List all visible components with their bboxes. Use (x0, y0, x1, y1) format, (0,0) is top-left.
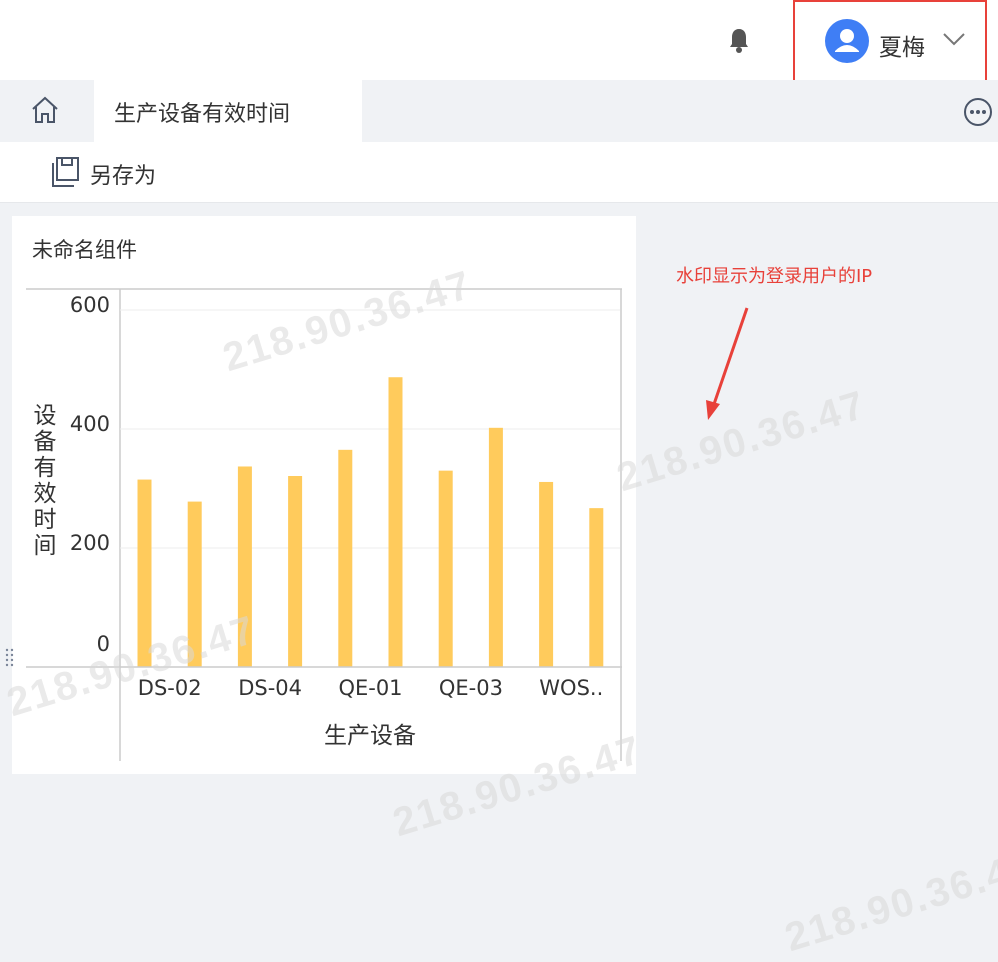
bar-qe-01[interactable] (388, 377, 403, 667)
y-axis-title-char: 有 (34, 455, 57, 481)
watermark: 218.90.36.47 (780, 842, 998, 961)
x-tick-labels: DS-02 DS-04 QE-01 QE-03 WOS.. (138, 676, 603, 700)
save-as-icon (52, 157, 79, 187)
tab-label: 生产设备有效时间 (114, 102, 291, 127)
tab-bar: 生产设备有效时间 (0, 80, 998, 142)
user-icon[interactable] (825, 19, 869, 63)
toolbar: 另存为 (0, 142, 998, 203)
y-tick-labels: 0 200 400 600 (70, 293, 110, 656)
bar-ds-01[interactable] (137, 479, 152, 667)
chevron-down-icon[interactable] (943, 32, 965, 46)
save-as-label: 另存为 (90, 164, 157, 189)
y-tick-label: 0 (97, 632, 110, 656)
home-icon[interactable] (30, 95, 60, 125)
y-tick-label: 600 (70, 293, 110, 317)
bar-qe-03[interactable] (488, 427, 503, 667)
user-name[interactable]: 夏梅 (879, 28, 925, 62)
y-axis-title-char: 效 (34, 481, 57, 507)
x-tick-label: QE-03 (439, 676, 503, 700)
x-tick-label: DS-04 (238, 676, 302, 700)
y-axis-title: 设备有效时间 (34, 403, 57, 559)
more-icon[interactable] (962, 96, 994, 128)
x-tick-label: WOS.. (539, 676, 603, 700)
y-axis-title-char: 间 (34, 533, 57, 559)
bar-wos-01[interactable] (539, 481, 554, 667)
y-axis-title-char: 设 (34, 403, 57, 429)
bar-ds-05[interactable] (338, 449, 353, 667)
bar-qe-02[interactable] (438, 470, 453, 667)
drag-handle-icon[interactable] (5, 647, 15, 671)
y-tick-label: 200 (70, 531, 110, 555)
bar-wos-02[interactable] (589, 508, 604, 667)
user-menu[interactable]: 夏梅 (793, 0, 987, 86)
y-axis-title-char: 时 (34, 507, 57, 533)
bar-chart: 0 200 400 600 DS-02 DS-04 QE-01 QE-03 WOS.. 设备有… (26, 288, 622, 761)
y-axis-title-char: 备 (34, 429, 57, 455)
tab-home[interactable] (0, 80, 92, 142)
x-tick-label: QE-01 (338, 676, 402, 700)
bars (137, 377, 604, 667)
annotation-text: 水印显示为登录用户的IP (676, 266, 873, 287)
bell-icon[interactable] (727, 27, 751, 55)
bar-ds-04[interactable] (288, 476, 303, 667)
annotation-arrow-icon (706, 307, 749, 420)
bar-ds-02[interactable] (187, 501, 202, 667)
chart-widget[interactable]: 未命名组件 0 200 400 600 DS-02 DS-04 QE-01 QE-03 WOS… (12, 216, 636, 774)
bar-ds-03[interactable] (237, 466, 252, 667)
tab-production-equipment[interactable]: 生产设备有效时间 (94, 80, 362, 142)
top-bar: 夏梅 (0, 0, 998, 86)
y-tick-label: 400 (70, 412, 110, 436)
x-tick-label: DS-02 (138, 676, 202, 700)
x-axis-title: 生产设备 (324, 723, 416, 749)
